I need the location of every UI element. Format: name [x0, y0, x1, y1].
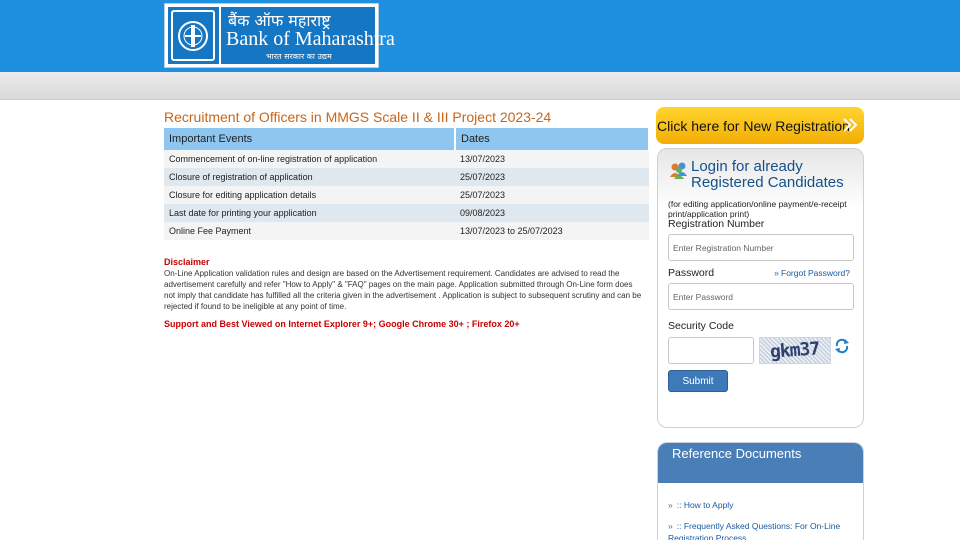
password-label: Password — [668, 267, 715, 279]
security-code-label: Security Code — [668, 320, 734, 332]
event-cell: Closure of registration of application — [164, 168, 455, 186]
disclaimer-text: On-Line Application validation rules and… — [164, 269, 642, 311]
login-title: Login for already Registered Candidates — [691, 158, 844, 191]
date-cell: 13/07/2023 to 25/07/2023 — [455, 222, 649, 240]
nav-strip — [0, 72, 960, 100]
event-cell: Last date for printing your application — [164, 204, 455, 222]
event-cell: Online Fee Payment — [164, 222, 455, 240]
password-input[interactable] — [668, 283, 854, 310]
double-chevron-right-icon — [843, 118, 858, 132]
date-cell: 09/08/2023 — [455, 204, 649, 222]
disclaimer-heading: Disclaimer — [164, 257, 210, 267]
logo-divider — [219, 7, 221, 64]
header-bar — [0, 0, 960, 72]
reference-link-how-to-apply[interactable]: »:: How to Apply — [668, 499, 854, 511]
submit-button[interactable]: Submit — [668, 370, 728, 392]
column-header-dates: Dates — [455, 128, 650, 150]
date-cell: 13/07/2023 — [455, 150, 649, 168]
logo-tagline: भारत सरकार का उद्यम — [266, 52, 332, 61]
reference-documents-title: Reference Documents — [658, 443, 863, 483]
double-chevron-icon: » — [668, 521, 673, 531]
column-header-events: Important Events — [164, 128, 456, 150]
forgot-password-link[interactable]: » Forgot Password? — [774, 268, 850, 278]
reference-documents-panel: Reference Documents »:: How to Apply »::… — [657, 442, 864, 540]
reference-link-text: :: Frequently Asked Questions: For On-Li… — [668, 521, 841, 540]
table-row: Closure for editing application details … — [164, 186, 649, 204]
reference-link-text: :: How to Apply — [676, 500, 734, 510]
browser-support-note: Support and Best Viewed on Internet Expl… — [164, 319, 520, 329]
bank-logo[interactable]: बैंक ऑफ महाराष्ट्र Bank of Maharashtra भ… — [164, 3, 395, 68]
login-note: (for editing application/online payment/… — [668, 199, 847, 219]
registration-number-input[interactable] — [668, 234, 854, 261]
table-row: Online Fee Payment 13/07/2023 to 25/07/2… — [164, 222, 649, 240]
users-icon — [670, 162, 687, 179]
table-row: Last date for printing your application … — [164, 204, 649, 222]
important-events-table: Important Events Dates Commencement of o… — [164, 128, 650, 240]
table-row: Commencement of on-line registration of … — [164, 150, 649, 168]
logo-english-text: Bank of Maharashtra — [226, 28, 395, 50]
captcha-image: gkm37 — [759, 337, 831, 364]
reference-link-faq[interactable]: »:: Frequently Asked Questions: For On-L… — [668, 520, 854, 540]
table-row: Closure of registration of application 2… — [164, 168, 649, 186]
table-header-row: Important Events Dates — [164, 128, 650, 150]
page-title: Recruitment of Officers in MMGS Scale II… — [164, 109, 552, 125]
date-cell: 25/07/2023 — [455, 186, 649, 204]
logo-panel: बैंक ऑफ महाराष्ट्र Bank of Maharashtra भ… — [168, 7, 395, 64]
double-chevron-icon: » — [668, 500, 673, 510]
date-cell: 25/07/2023 — [455, 168, 649, 186]
new-registration-label: Click here for New Registration — [657, 117, 850, 134]
double-chevron-icon: » — [774, 268, 780, 278]
event-cell: Commencement of on-line registration of … — [164, 150, 455, 168]
seal-icon — [171, 10, 215, 61]
security-code-input[interactable] — [668, 337, 754, 364]
refresh-captcha-icon[interactable] — [834, 338, 850, 354]
event-cell: Closure for editing application details — [164, 186, 455, 204]
captcha-text: gkm37 — [769, 338, 821, 363]
registration-number-label: Registration Number — [668, 218, 765, 230]
forgot-password-text: Forgot Password? — [781, 268, 850, 278]
new-registration-button[interactable]: Click here for New Registration — [656, 107, 864, 144]
login-panel: Login for already Registered Candidates … — [657, 148, 864, 428]
